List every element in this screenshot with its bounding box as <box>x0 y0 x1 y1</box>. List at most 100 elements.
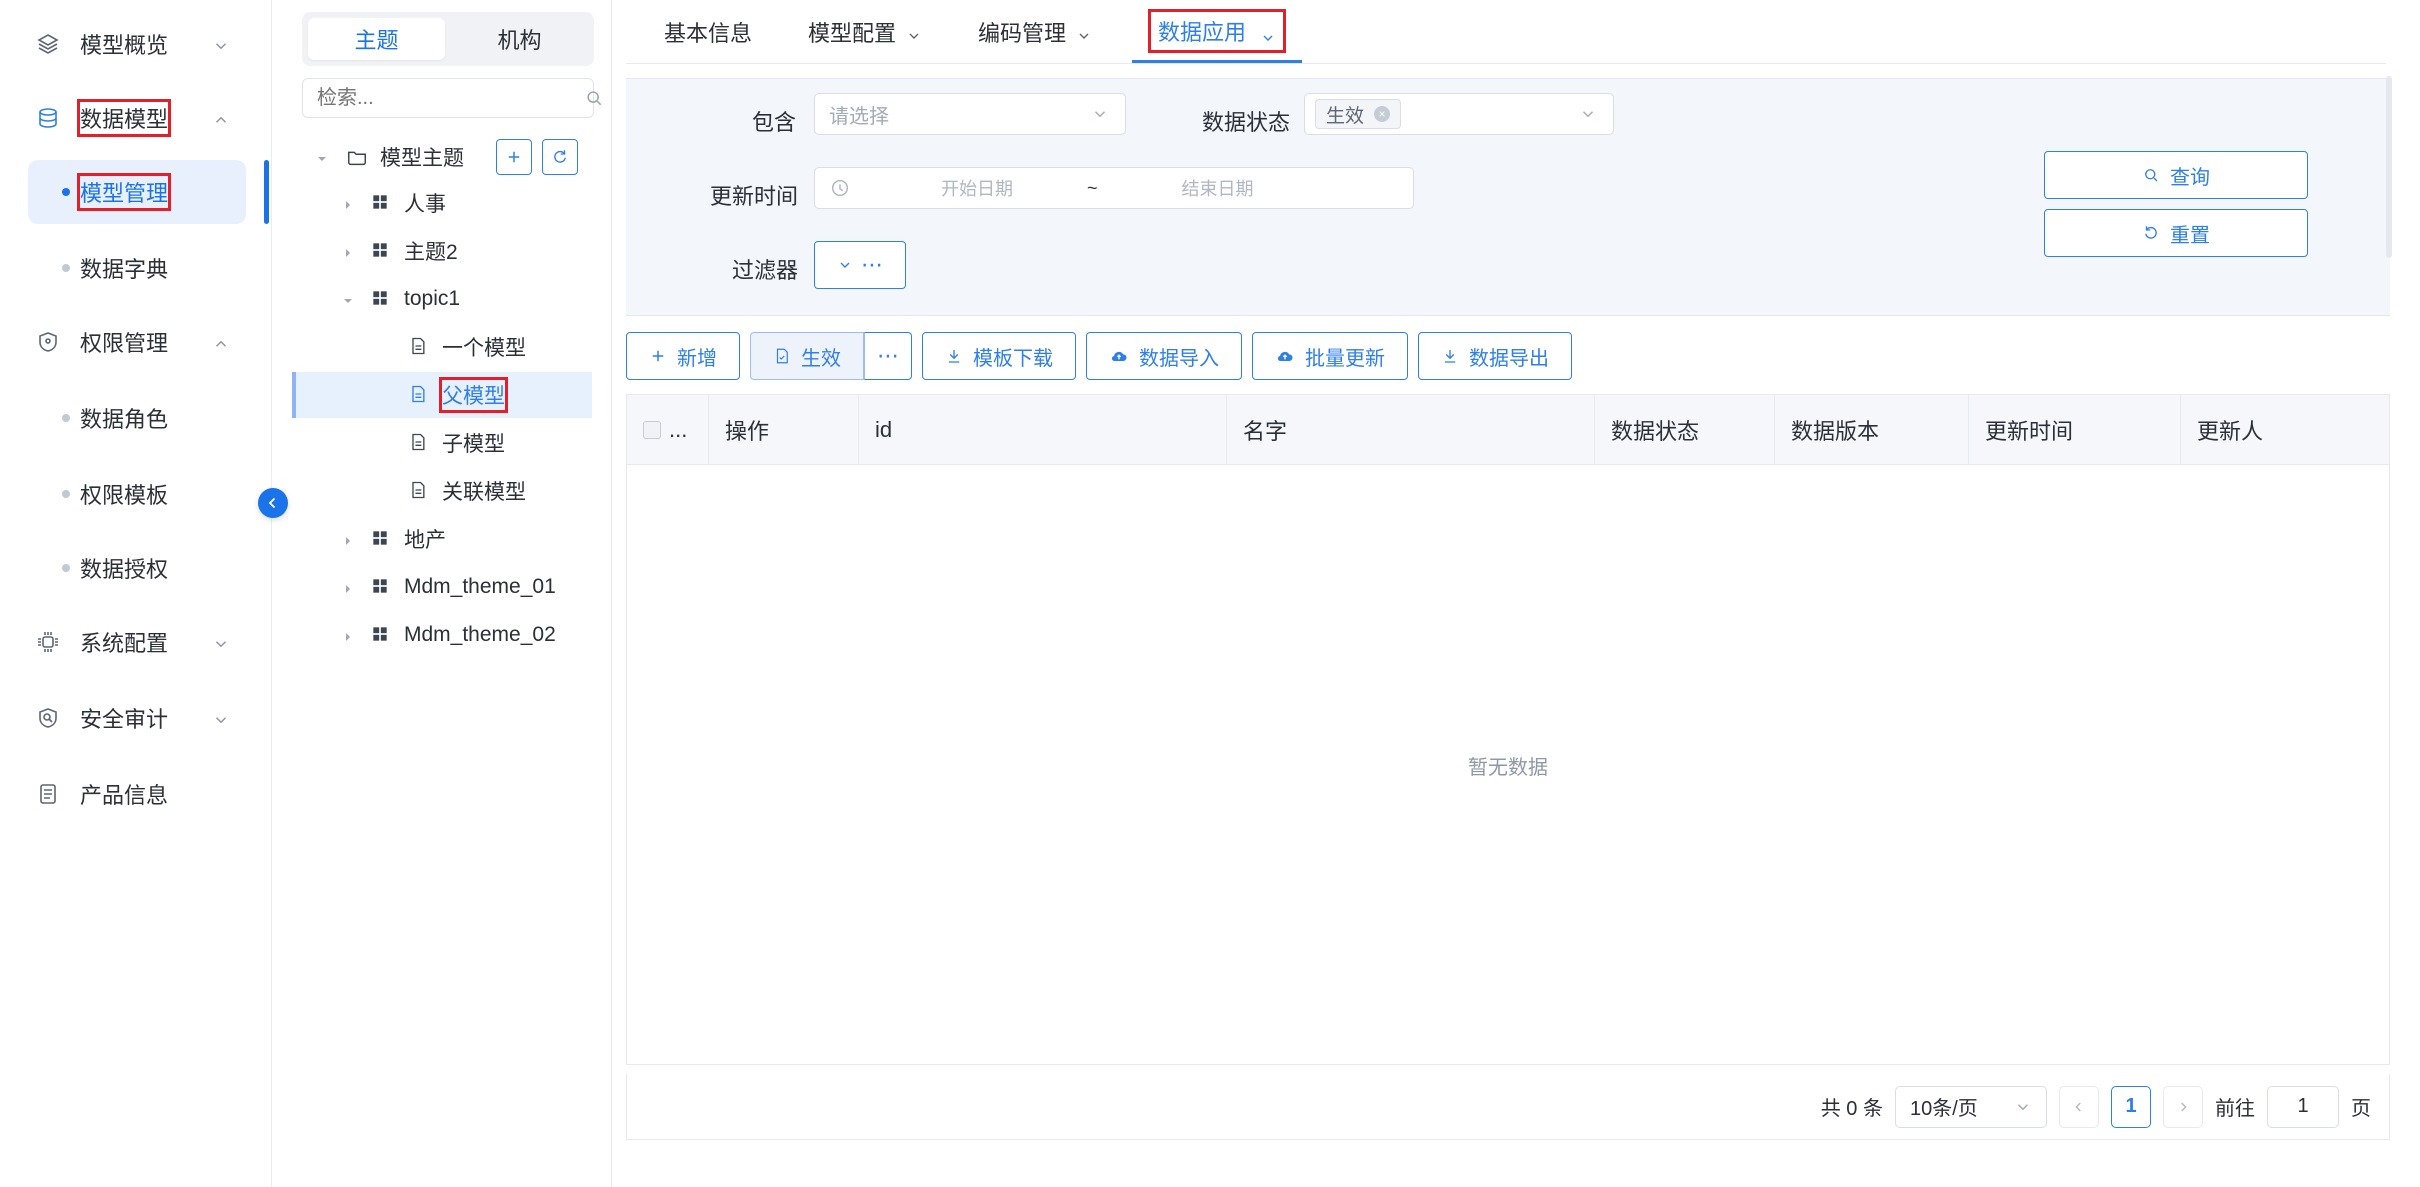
tree-node-doc[interactable]: 一个模型 <box>292 324 592 370</box>
tree-root[interactable]: 模型主题 <box>292 134 592 180</box>
reset-icon <box>2145 226 2157 239</box>
tree-node-label: 人事 <box>404 193 446 216</box>
contains-select[interactable]: 请选择 <box>814 93 1126 135</box>
tree-node-doc-selected[interactable]: 父模型 <box>292 372 592 418</box>
tree-node-label: 一个模型 <box>442 337 526 360</box>
nav-item-model-overview[interactable]: 模型概览 <box>0 14 272 74</box>
chevron-down-icon <box>212 633 230 651</box>
template-download-button[interactable]: 模板下载 <box>922 332 1076 380</box>
start-date-placeholder: 开始日期 <box>941 179 1013 199</box>
add-button[interactable]: 新增 <box>626 332 740 380</box>
filter-panel: 包含 请选择 数据状态 生效 × 更新时间 开始日期 ~ 结束日期 过滤器 ⋯ … <box>626 78 2390 316</box>
table-header-select[interactable]: ... <box>627 395 709 465</box>
tree-node-doc[interactable]: 子模型 <box>292 420 592 466</box>
sidebar-item-data-dictionary[interactable]: 数据字典 <box>28 236 246 300</box>
nav-label: 模型概览 <box>80 33 169 58</box>
tree-selected-rail <box>292 372 296 418</box>
nav-item-product-info[interactable]: 产品信息 <box>0 764 272 824</box>
caret-right-icon <box>340 579 356 595</box>
reset-button[interactable]: 重置 <box>2044 209 2308 257</box>
query-button[interactable]: 查询 <box>2044 151 2308 199</box>
goto-label: 前往 <box>2215 1098 2255 1120</box>
bullet-dot-icon <box>62 264 70 272</box>
tab-model-config[interactable]: 模型配置 <box>792 1 938 63</box>
document-icon <box>408 480 430 502</box>
goto-page-input[interactable] <box>2273 1094 2333 1119</box>
tree-search-input[interactable] <box>315 85 584 111</box>
sidebar-collapse-button[interactable] <box>258 488 288 518</box>
scrollbar[interactable] <box>2386 76 2392 258</box>
nav-item-security-audit[interactable]: 安全审计 <box>0 688 272 748</box>
select-all-checkbox[interactable] <box>643 421 661 439</box>
data-export-label: 数据导出 <box>1469 347 1549 370</box>
column-header-id: id <box>859 395 1227 465</box>
sub-label-model-management: 模型管理 <box>76 173 172 211</box>
sidebar-item-data-roles[interactable]: 数据角色 <box>28 386 246 450</box>
tree-panel: 主题 机构 模型主题 <box>292 0 612 1187</box>
status-tag[interactable]: 生效 × <box>1315 99 1402 129</box>
tree-node-group[interactable]: topic1 <box>292 276 592 322</box>
add-topic-button[interactable] <box>496 139 532 175</box>
page-size-value: 10条/页 <box>1910 1098 1978 1120</box>
tab-data-application[interactable]: 数据应用 <box>1132 1 1303 63</box>
nav-item-data-model[interactable]: 数据模型 <box>0 88 272 148</box>
bullet-dot-icon <box>62 564 70 572</box>
effective-button[interactable]: 生效 <box>750 332 864 380</box>
sidebar-item-data-authorization[interactable]: 数据授权 <box>28 536 246 600</box>
nav-item-system-config[interactable]: 系统配置 <box>0 612 272 672</box>
shield-icon <box>34 328 62 356</box>
chevron-up-icon <box>212 109 230 127</box>
data-table: ... 操作 id 名字 数据状态 数据版本 更新时间 更新人 暂无数据 <box>626 394 2390 1064</box>
effective-more-button[interactable]: ⋯ <box>864 332 912 380</box>
table-toolbar: 新增 生效 ⋯ 模板下载 数据导入 批量更新 数据导出 <box>626 332 1572 380</box>
document-icon <box>408 432 430 454</box>
page-1-button[interactable]: 1 <box>2111 1085 2151 1128</box>
update-time-range[interactable]: 开始日期 ~ 结束日期 <box>814 167 1414 209</box>
tab-code-management[interactable]: 编码管理 <box>962 1 1108 63</box>
status-select[interactable]: 生效 × <box>1304 93 1614 135</box>
tab-organization[interactable]: 机构 <box>451 18 588 60</box>
refresh-tree-button[interactable] <box>542 139 578 175</box>
status-tag-label: 生效 <box>1326 105 1365 127</box>
sidebar-item-permission-templates[interactable]: 权限模板 <box>28 462 246 526</box>
tab-topic[interactable]: 主题 <box>308 18 445 60</box>
top-tabs: 基本信息 模型配置 编码管理 数据应用 <box>626 0 2386 64</box>
add-button-label: 新增 <box>677 347 717 370</box>
grid-icon <box>370 576 392 598</box>
plus-icon <box>652 350 664 362</box>
chevron-down-icon <box>1076 24 1092 40</box>
batch-update-button[interactable]: 批量更新 <box>1252 332 1408 380</box>
reset-button-label: 重置 <box>2170 224 2210 247</box>
data-import-button[interactable]: 数据导入 <box>1086 332 1242 380</box>
sidebar-item-model-management[interactable]: 模型管理 <box>28 160 246 224</box>
data-export-button[interactable]: 数据导出 <box>1418 332 1572 380</box>
column-header-data-status: 数据状态 <box>1595 395 1775 465</box>
tree-node-group[interactable]: 地产 <box>292 516 592 562</box>
nav-item-permission-management[interactable]: 权限管理 <box>0 312 272 372</box>
end-date-placeholder: 结束日期 <box>1181 179 1254 199</box>
grid-icon <box>370 192 392 214</box>
filter-label: 过滤器 <box>732 258 799 283</box>
filter-dropdown-button[interactable]: ⋯ <box>814 241 906 289</box>
tree-node-group[interactable]: 主题2 <box>292 228 592 274</box>
page-size-select[interactable]: 10条/页 <box>1895 1085 2047 1128</box>
chevron-down-icon <box>840 262 850 268</box>
next-page-button[interactable] <box>2163 1085 2203 1128</box>
page-number: 1 <box>2125 1095 2137 1117</box>
chevron-right-icon <box>2181 1102 2187 1111</box>
tree-node-group[interactable]: 人事 <box>292 180 592 226</box>
close-icon[interactable]: × <box>1374 106 1391 122</box>
pagination: 共 0 条 10条/页 1 前往 页 <box>626 1074 2390 1140</box>
bullet-dot-icon <box>62 188 70 196</box>
update-time-label: 更新时间 <box>710 184 799 209</box>
tree-node-label: Mdm_theme_02 <box>404 623 556 646</box>
chevron-down-icon <box>2017 1103 2029 1110</box>
tree-node-doc[interactable]: 关联模型 <box>292 468 592 514</box>
prev-page-button[interactable] <box>2059 1085 2099 1128</box>
sub-label: 数据授权 <box>80 557 169 582</box>
tree-node-label: Mdm_theme_01 <box>404 575 556 598</box>
tab-basic-info[interactable]: 基本信息 <box>648 1 768 63</box>
more-icon: ⋯ <box>861 252 883 277</box>
tree-node-group[interactable]: Mdm_theme_02 <box>292 612 592 658</box>
tree-node-group[interactable]: Mdm_theme_01 <box>292 564 592 610</box>
